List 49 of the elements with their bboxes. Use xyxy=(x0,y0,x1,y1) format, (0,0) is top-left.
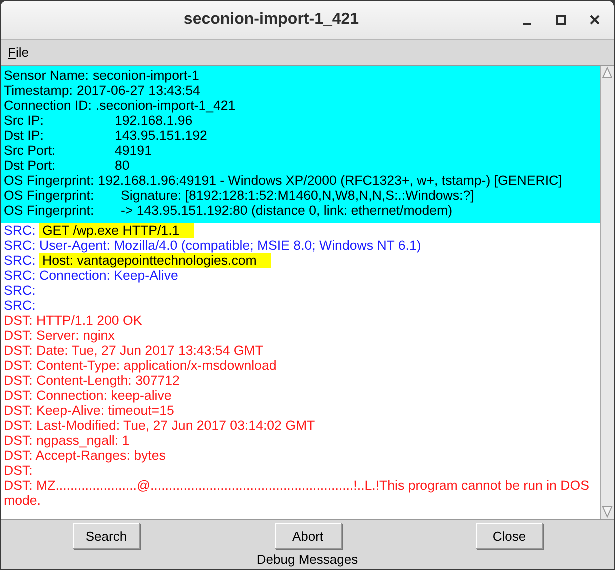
request-line: SRC: GET /wp.exe HTTP/1.1 xyxy=(4,223,596,238)
field-label: OS Fingerprint: xyxy=(4,203,96,218)
response-line: DST: Keep-Alive: timeout=15 xyxy=(4,403,176,418)
minimize-icon xyxy=(523,23,531,25)
response-line: DST: ngpass_ngall: 1 xyxy=(4,433,131,448)
field-label: Timestamp: xyxy=(4,83,73,98)
response-line: DST: Last-Modified: Tue, 27 Jun 2017 03:14:02 GMT xyxy=(4,418,316,433)
field-value: 49191 xyxy=(115,143,152,158)
field-value: 80 xyxy=(115,158,130,173)
field-value: 192.168.1.96 xyxy=(115,113,193,128)
request-line: SRC: xyxy=(4,298,37,313)
scrollbar[interactable] xyxy=(600,66,614,519)
field-label: Dst Port: xyxy=(4,158,57,173)
field-label: Src Port: xyxy=(4,143,57,158)
response-line: DST: Date: Tue, 27 Jun 2017 13:43:54 GMT xyxy=(4,343,264,358)
field-label: Connection ID: xyxy=(4,98,92,113)
window-title: seconion-import-1_421 xyxy=(182,11,360,29)
response-line: DST: Connection: keep-alive xyxy=(4,388,173,403)
status-label: Debug Messages xyxy=(256,552,358,567)
response-line: DST: Accept-Ranges: bytes xyxy=(4,448,167,463)
close-icon xyxy=(590,15,600,25)
field-value: Signature: [8192:128:1:52:M1460,N,W8,N,N,S:.:Windows:?] xyxy=(121,188,474,203)
field-value: .seconion-import-1_421 xyxy=(96,98,236,113)
response-line: DST: MZ......................@.......................................................!..L.!This program cannot be run in DOS mode. xyxy=(4,478,590,508)
field-label: Sensor Name: xyxy=(4,68,89,83)
response-line: DST: Server: nginx xyxy=(4,328,116,343)
scroll-down-icon[interactable] xyxy=(601,505,614,519)
field-value: 192.168.1.96:49191 - Windows XP/2000 (RFC1323+, w+, tstamp-) [GENERIC] xyxy=(98,173,562,188)
response-line: DST: Content-Length: 307712 xyxy=(4,373,181,388)
field-label: Src IP: xyxy=(4,113,45,128)
field-value: -> 143.95.151.192:80 (distance 0, link: ethernet/modem) xyxy=(121,203,453,218)
dialog-button[interactable]: Search xyxy=(73,523,140,549)
maximize-icon xyxy=(556,15,566,25)
response-line: DST: xyxy=(4,463,34,478)
field-value: seconion-import-1 xyxy=(93,68,200,83)
request-line: SRC: User-Agent: Mozilla/4.0 (compatible; MSIE 8.0; Windows NT 6.1) xyxy=(4,238,422,253)
menu-item[interactable]: File xyxy=(5,43,32,62)
field-label: OS Fingerprint: xyxy=(4,188,96,203)
request-line: SRC: Host: vantagepointtechnologies.com xyxy=(4,253,596,268)
response-line: DST: Content-Type: application/x-msdownload xyxy=(4,358,278,373)
field-label: Dst IP: xyxy=(4,128,45,143)
request-line: SRC: xyxy=(4,283,37,298)
response-line: DST: HTTP/1.1 200 OK xyxy=(4,313,144,328)
field-value: 2017-06-27 13:43:54 xyxy=(76,83,200,98)
dialog-button[interactable]: Abort xyxy=(274,523,342,549)
dialog-button[interactable]: Close xyxy=(476,523,543,549)
field-label: OS Fingerprint: xyxy=(4,173,94,188)
request-line: SRC: Connection: Keep-Alive xyxy=(4,268,180,283)
field-value: 143.95.151.192 xyxy=(115,128,208,143)
